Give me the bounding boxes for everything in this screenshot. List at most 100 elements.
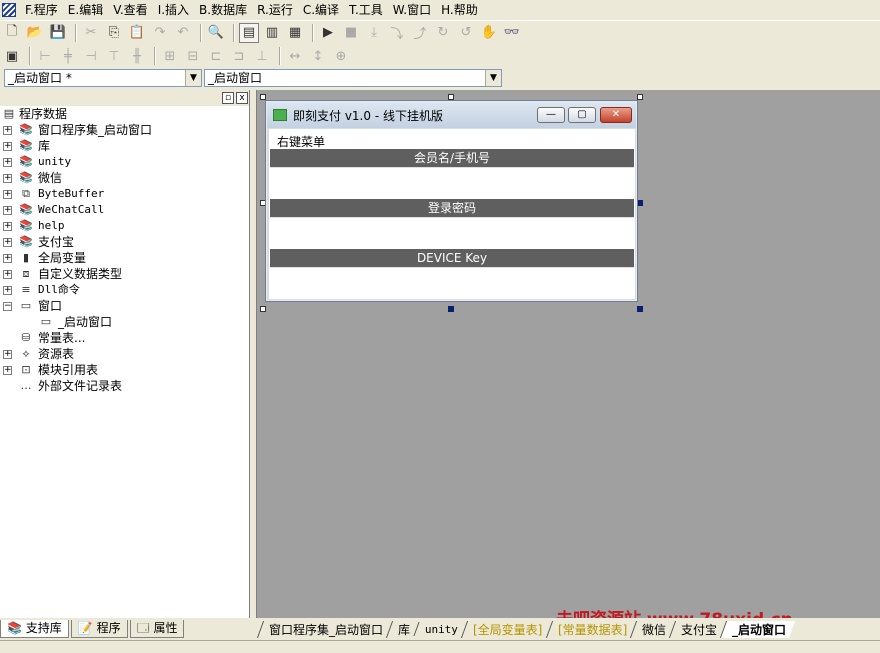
password-input[interactable] bbox=[270, 217, 634, 247]
menu-tools[interactable]: T.工具 bbox=[344, 0, 388, 20]
doc-tab[interactable]: _启动窗口 bbox=[719, 620, 796, 638]
startup-window-form[interactable]: 即刻支付 v1.0 - 线下挂机版 — ▢ ✕ 右键菜单 会员名/手机号 登录密… bbox=[265, 100, 638, 302]
object-combo[interactable]: _启动窗口 * ▼ bbox=[4, 69, 202, 87]
tree-item[interactable]: + ≡ Dll命令 bbox=[0, 282, 249, 298]
tab-support-library[interactable]: 📚 支持库 bbox=[0, 620, 69, 638]
tree-item[interactable]: + 📚 unity bbox=[0, 154, 249, 170]
open-folder-icon[interactable]: 📂 bbox=[25, 23, 45, 43]
tree-item[interactable]: + ⧈ 自定义数据类型 bbox=[0, 266, 249, 282]
expand-icon[interactable]: + bbox=[3, 286, 12, 295]
grid-icon[interactable]: ⊕ bbox=[331, 46, 351, 66]
menu-database[interactable]: B.数据库 bbox=[194, 0, 252, 20]
doc-tab[interactable]: unity bbox=[413, 622, 467, 636]
tree-item[interactable]: ⛁ 常量表... bbox=[0, 330, 249, 346]
redo-icon[interactable]: ↷ bbox=[150, 23, 170, 43]
same-height-icon[interactable]: ↔ bbox=[285, 46, 305, 66]
menu-insert[interactable]: I.插入 bbox=[153, 0, 194, 20]
expand-icon[interactable]: + bbox=[3, 142, 12, 151]
event-combo[interactable]: _启动窗口 ▼ bbox=[204, 69, 502, 87]
resize-handle-bl[interactable] bbox=[260, 306, 266, 312]
tree-item[interactable]: + 📚 支付宝 bbox=[0, 234, 249, 250]
hand-icon[interactable]: ✋ bbox=[479, 23, 499, 43]
layout-2-icon[interactable]: ▥ bbox=[262, 23, 282, 43]
close-icon[interactable]: x bbox=[236, 92, 248, 104]
tree-item[interactable]: − ▭ 窗口 bbox=[0, 298, 249, 314]
doc-tab[interactable]: 窗口程序集_启动窗口 bbox=[256, 620, 393, 638]
menu-view[interactable]: V.查看 bbox=[108, 0, 152, 20]
chevron-down-icon[interactable]: ▼ bbox=[485, 70, 501, 86]
tree-root[interactable]: ▤ 程序数据 bbox=[0, 106, 249, 122]
layout-1-icon[interactable]: ▤ bbox=[239, 22, 259, 43]
center-h-icon[interactable]: ⊞ bbox=[160, 46, 180, 66]
tab-program[interactable]: 📝 程序 bbox=[70, 620, 128, 638]
copy-icon[interactable]: ⎘ bbox=[104, 23, 124, 43]
space-h-icon[interactable]: ⊏ bbox=[206, 46, 226, 66]
chevron-down-icon[interactable]: ▼ bbox=[185, 70, 201, 86]
menu-run[interactable]: R.运行 bbox=[252, 0, 298, 20]
doc-tab[interactable]: 支付宝 bbox=[668, 620, 727, 638]
step-into-icon[interactable]: ⤵ bbox=[387, 23, 407, 43]
cut-icon[interactable]: ✂ bbox=[81, 23, 101, 43]
tree-item[interactable]: + 📚 窗口程序集_启动窗口 bbox=[0, 122, 249, 138]
save-icon[interactable]: 💾 bbox=[48, 23, 68, 43]
expand-icon[interactable]: + bbox=[3, 206, 12, 215]
align-center-icon[interactable]: ╪ bbox=[58, 46, 78, 66]
expand-icon[interactable]: + bbox=[3, 222, 12, 231]
run-icon[interactable]: ▶ bbox=[318, 23, 338, 43]
tree-item[interactable]: + ⧉ ByteBuffer bbox=[0, 186, 249, 202]
undo-icon[interactable]: ↶ bbox=[173, 23, 193, 43]
expand-icon[interactable]: + bbox=[3, 350, 12, 359]
same-width-icon[interactable]: ⊥ bbox=[252, 46, 272, 66]
space-v-icon[interactable]: ⊐ bbox=[229, 46, 249, 66]
align-right-icon[interactable]: ⊣ bbox=[81, 46, 101, 66]
doc-tab[interactable]: [全局变量表] bbox=[461, 620, 552, 638]
center-v-icon[interactable]: ⊟ bbox=[183, 46, 203, 66]
menu-window[interactable]: W.窗口 bbox=[388, 0, 436, 20]
minimize-button[interactable]: — bbox=[537, 107, 565, 123]
pin-icon[interactable]: ▫ bbox=[222, 92, 234, 104]
tree-item[interactable]: ▭ _启动窗口 bbox=[0, 314, 249, 330]
menu-help[interactable]: H.帮助 bbox=[436, 0, 483, 20]
tree-item[interactable]: + ▮ 全局变量 bbox=[0, 250, 249, 266]
expand-icon[interactable]: + bbox=[3, 174, 12, 183]
tree-item[interactable]: + 📚 微信 bbox=[0, 170, 249, 186]
step-icon[interactable]: ⤓ bbox=[364, 23, 384, 43]
close-button[interactable]: ✕ bbox=[600, 107, 632, 123]
step-over-icon[interactable]: ↻ bbox=[433, 23, 453, 43]
context-menu-label[interactable]: 右键菜单 bbox=[277, 133, 325, 150]
step-back-icon[interactable]: ↺ bbox=[456, 23, 476, 43]
form-titlebar[interactable]: 即刻支付 v1.0 - 线下挂机版 — ▢ ✕ bbox=[267, 102, 636, 128]
tab-properties[interactable]: 🗔 属性 bbox=[129, 620, 185, 638]
layout-3-icon[interactable]: ▦ bbox=[285, 23, 305, 43]
menu-program[interactable]: F.程序 bbox=[20, 0, 63, 20]
collapse-icon[interactable]: − bbox=[3, 302, 12, 311]
stop-icon[interactable]: ■ bbox=[341, 23, 361, 43]
expand-icon[interactable]: + bbox=[3, 270, 12, 279]
expand-icon[interactable]: + bbox=[3, 366, 12, 375]
device-key-input[interactable] bbox=[270, 267, 634, 297]
form-icon[interactable]: ▣ bbox=[2, 46, 22, 66]
doc-tab[interactable]: [常量数据表] bbox=[545, 620, 636, 638]
same-size-icon[interactable]: ↕ bbox=[308, 46, 328, 66]
maximize-button[interactable]: ▢ bbox=[568, 107, 596, 123]
menu-edit[interactable]: E.编辑 bbox=[63, 0, 108, 20]
expand-icon[interactable]: + bbox=[3, 254, 12, 263]
binoculars-icon[interactable]: 👓 bbox=[502, 23, 522, 43]
tree-item[interactable]: + 📚 WeChatCall bbox=[0, 202, 249, 218]
tree-item[interactable]: … 外部文件记录表 bbox=[0, 378, 249, 394]
find-icon[interactable]: 🔍 bbox=[206, 23, 226, 43]
expand-icon[interactable]: + bbox=[3, 190, 12, 199]
resize-handle-b[interactable] bbox=[448, 306, 454, 312]
align-top-icon[interactable]: ⊤ bbox=[104, 46, 124, 66]
doc-tab[interactable]: 微信 bbox=[629, 620, 676, 638]
tree-item[interactable]: + ⟡ 资源表 bbox=[0, 346, 249, 362]
tree-item[interactable]: + 📚 库 bbox=[0, 138, 249, 154]
new-file-icon[interactable]: 🗋 bbox=[2, 23, 22, 43]
tree-item[interactable]: + 📚 help bbox=[0, 218, 249, 234]
expand-icon[interactable]: + bbox=[3, 238, 12, 247]
username-input[interactable] bbox=[270, 167, 634, 197]
expand-icon[interactable]: + bbox=[3, 126, 12, 135]
expand-icon[interactable]: + bbox=[3, 158, 12, 167]
step-out-icon[interactable]: ⤴ bbox=[410, 23, 430, 43]
resize-handle-br[interactable] bbox=[637, 306, 643, 312]
